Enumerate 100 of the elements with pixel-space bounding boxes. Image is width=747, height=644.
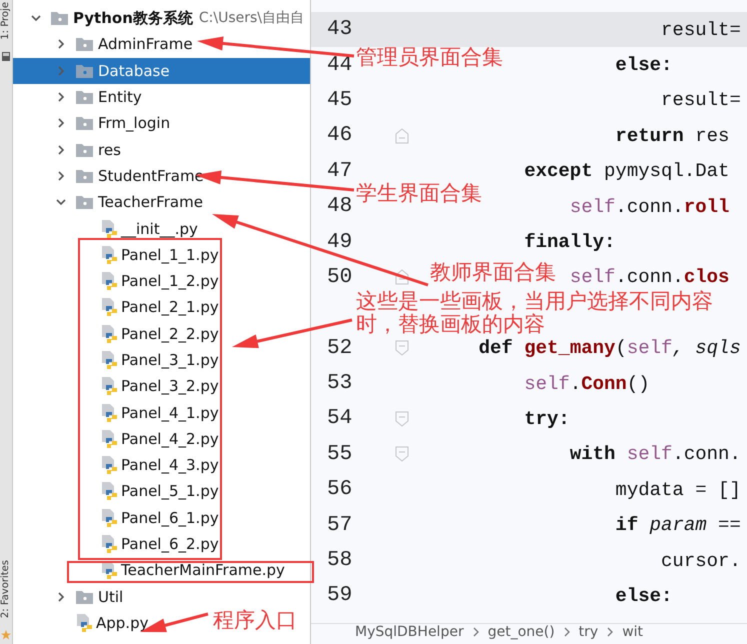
folder-icon — [76, 590, 93, 604]
python-file-icon — [101, 482, 118, 500]
line-number: 44 — [327, 54, 352, 77]
tree-item[interactable]: Panel_5_1.py — [13, 478, 223, 505]
code-line: with self.conn. — [570, 443, 741, 466]
code-line: try: — [524, 408, 570, 430]
chevron-icon[interactable] — [56, 170, 66, 181]
chevron-icon[interactable] — [31, 13, 41, 24]
folder-icon — [76, 116, 93, 130]
tree-item[interactable]: Panel_3_1.py — [13, 346, 223, 374]
chevron-icon[interactable] — [56, 39, 66, 50]
python-file-icon — [101, 508, 118, 527]
favorites-tab[interactable]: 2: Favorites — [0, 558, 12, 620]
tree-item[interactable]: TeacherFrame — [13, 189, 207, 216]
line-number: 54 — [327, 407, 352, 430]
tree-item[interactable]: Panel_1_1.py — [13, 242, 223, 268]
code-line: else: — [615, 584, 672, 607]
tree-item[interactable]: TeacherMainFrame.py — [13, 557, 289, 584]
python-file-icon — [101, 404, 118, 422]
python-file-icon — [101, 456, 118, 474]
panel-icon[interactable] — [2, 52, 10, 61]
star-icon[interactable] — [1, 630, 11, 640]
chevron-icon — [606, 627, 614, 637]
code-line: else: — [615, 54, 672, 76]
annotation-text: 管理员界面合集 — [356, 44, 503, 71]
fold-start-icon[interactable] — [395, 340, 409, 356]
breadcrumb[interactable]: try — [578, 624, 598, 640]
chevron-icon[interactable] — [56, 592, 66, 602]
tree-item[interactable]: Python教务系统 C:\Users\自由自 — [13, 5, 308, 32]
chevron-icon — [562, 627, 571, 637]
python-file-icon — [101, 377, 118, 396]
python-file-icon — [101, 298, 118, 316]
line-number: 45 — [327, 88, 352, 112]
code-line: def get_many(self, sqls — [478, 337, 741, 360]
tree-item[interactable]: Panel_1_2.py — [13, 268, 223, 294]
code-line: except pymysql.Dat — [524, 160, 730, 182]
python-file-icon — [101, 535, 118, 554]
tree-item[interactable]: Util — [13, 584, 128, 610]
breadcrumb[interactable]: MySqlDBHelper — [355, 624, 464, 640]
folder-icon — [76, 90, 93, 104]
tree-item[interactable]: res — [13, 136, 125, 163]
folder-icon — [76, 64, 93, 78]
annotation-text: 教师界面合集 — [430, 259, 556, 286]
chevron-icon — [472, 627, 480, 637]
tree-item[interactable]: Frm_login — [13, 110, 174, 136]
python-file-icon — [101, 430, 118, 448]
breadcrumb[interactable]: get_one() — [488, 624, 555, 640]
python-file-icon — [101, 220, 118, 238]
tree-item[interactable]: Panel_6_1.py — [13, 504, 223, 531]
folder-icon — [76, 195, 93, 210]
tree-item[interactable]: StudentFrame — [13, 162, 208, 190]
tree-item[interactable]: Panel_2_1.py — [13, 294, 223, 321]
python-file-icon — [76, 614, 93, 632]
folder-icon — [76, 37, 93, 52]
tree-item[interactable]: Panel_4_2.py — [13, 426, 223, 452]
python-file-icon — [101, 351, 118, 369]
project-path: C:\Users\自由自 — [198, 9, 304, 28]
python-file-icon — [101, 561, 118, 580]
fold-start-icon[interactable] — [395, 410, 409, 427]
line-number: 52 — [327, 336, 352, 360]
line-number: 53 — [327, 372, 352, 396]
line-number: 56 — [327, 478, 352, 502]
line-number: 43 — [327, 18, 352, 42]
line-number: 50 — [327, 266, 352, 289]
chevron-icon[interactable] — [56, 92, 66, 102]
chevron-icon[interactable] — [56, 118, 66, 128]
tree-item[interactable]: Panel_2_2.py — [13, 320, 223, 347]
line-number: 59 — [327, 584, 352, 608]
tree-item[interactable]: Panel_4_1.py — [13, 399, 223, 426]
python-file-icon — [101, 272, 118, 290]
code-line: self.conn.clos — [570, 266, 730, 288]
line-number: 49 — [327, 230, 352, 254]
code-line: mydata = [] — [615, 478, 741, 501]
code-line: self.Conn() — [524, 372, 650, 395]
line-number: 58 — [327, 549, 352, 572]
tree-item[interactable]: App.py — [13, 610, 152, 636]
folder-icon — [76, 168, 93, 183]
breadcrumb[interactable]: wit — [622, 624, 644, 640]
code-line: result= — [661, 18, 741, 41]
line-number: 55 — [327, 442, 352, 466]
code-line: finally: — [524, 231, 616, 254]
tree-item[interactable]: AdminFrame — [13, 31, 197, 58]
folder-icon — [51, 11, 68, 26]
line-number: 47 — [327, 160, 352, 183]
code-line: self.conn.roll — [570, 196, 730, 218]
tree-item[interactable]: Database — [13, 58, 310, 84]
tree-item[interactable]: Panel_6_2.py — [13, 530, 223, 558]
tree-item[interactable]: Panel_4_3.py — [13, 452, 223, 478]
annotation-text: 这些是一些画板，当用户选择不同内容时，替换画板的内容 — [356, 290, 714, 336]
line-number: 48 — [327, 195, 352, 218]
fold-start-icon[interactable] — [395, 446, 409, 462]
chevron-icon[interactable] — [56, 144, 66, 155]
tree-item[interactable]: __init__.py — [13, 215, 202, 242]
code-line: result= — [661, 89, 741, 112]
project-tab[interactable]: 1: Proje — [0, 0, 12, 42]
code-line: return res — [615, 124, 730, 147]
line-number: 46 — [327, 124, 352, 148]
tree-item[interactable]: Entity — [13, 84, 146, 110]
chevron-icon[interactable] — [56, 197, 66, 208]
tree-item[interactable]: Panel_3_2.py — [13, 373, 223, 400]
